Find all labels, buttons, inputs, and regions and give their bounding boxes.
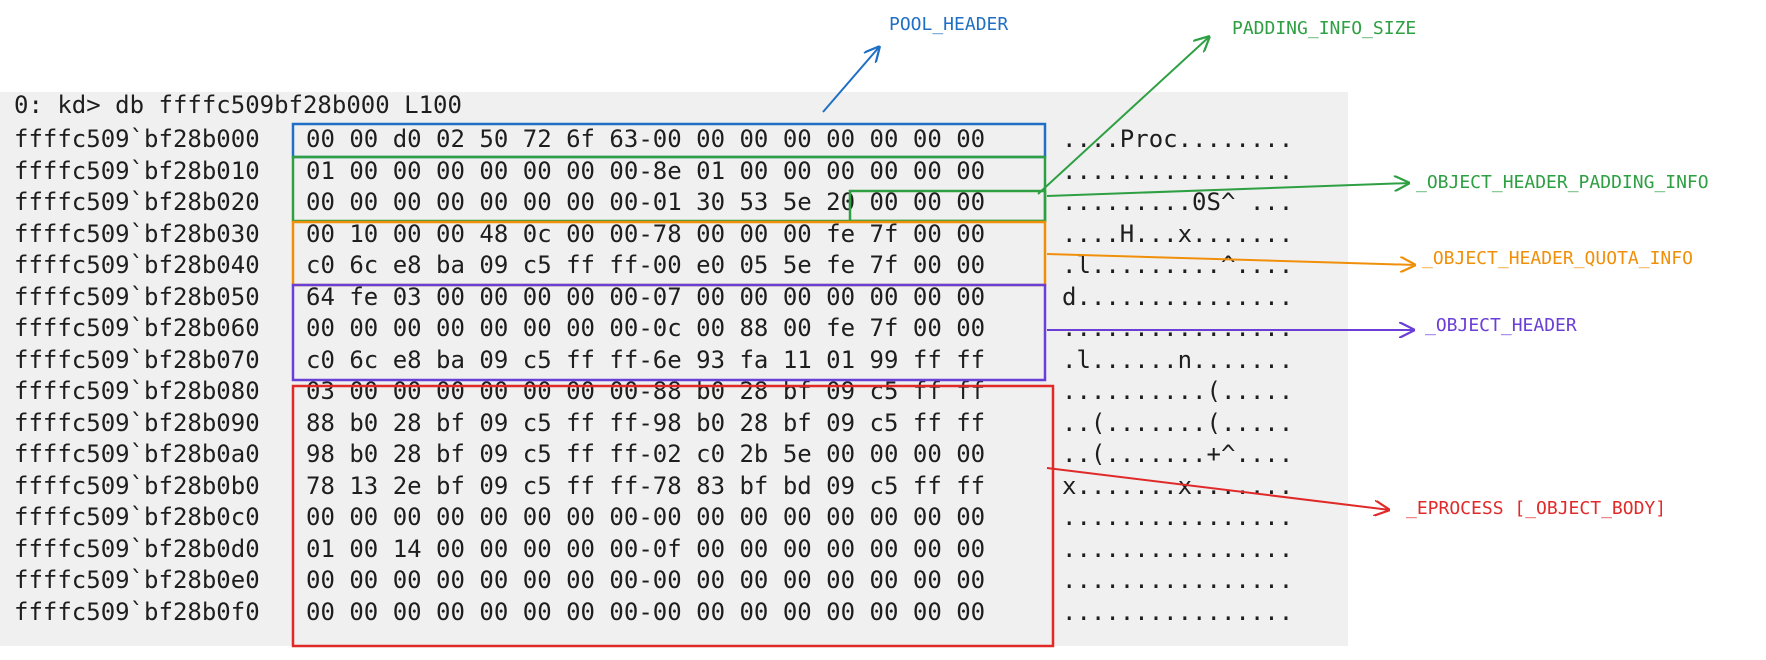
row-hex-bytes: c0 6c e8 ba 09 c5 ff ff-00 e0 05 5e fe 7… bbox=[306, 251, 986, 279]
row-hex-bytes: c0 6c e8 ba 09 c5 ff ff-6e 93 fa 11 01 9… bbox=[306, 346, 986, 374]
row-hex-bytes: 98 b0 28 bf 09 c5 ff ff-02 c0 2b 5e 00 0… bbox=[306, 440, 986, 468]
row-ascii: ....H...x....... bbox=[1062, 220, 1294, 248]
object-header-quota-info-label: _OBJECT_HEADER_QUOTA_INFO bbox=[1422, 248, 1693, 269]
row-hex-bytes: 00 00 00 00 00 00 00 00-00 00 00 00 00 0… bbox=[306, 598, 986, 626]
row-ascii: .l......n....... bbox=[1062, 346, 1294, 374]
row-ascii: ..(.......+^.... bbox=[1062, 440, 1294, 468]
padding-info-size-label: PADDING_INFO_SIZE bbox=[1232, 18, 1416, 39]
row-address: ffffc509`bf28b0b0 bbox=[14, 472, 260, 500]
row-ascii: ..........(..... bbox=[1062, 377, 1294, 405]
row-address: ffffc509`bf28b020 bbox=[14, 188, 260, 216]
row-address: ffffc509`bf28b080 bbox=[14, 377, 260, 405]
row-ascii: ................ bbox=[1062, 535, 1294, 563]
row-address: ffffc509`bf28b050 bbox=[14, 283, 260, 311]
row-address: ffffc509`bf28b0c0 bbox=[14, 503, 260, 531]
row-address: ffffc509`bf28b040 bbox=[14, 251, 260, 279]
row-hex-bytes: 88 b0 28 bf 09 c5 ff ff-98 b0 28 bf 09 c… bbox=[306, 409, 986, 437]
row-address: ffffc509`bf28b0f0 bbox=[14, 598, 260, 626]
row-ascii: .l.........^.... bbox=[1062, 251, 1294, 279]
row-address: ffffc509`bf28b0a0 bbox=[14, 440, 260, 468]
row-hex-bytes: 78 13 2e bf 09 c5 ff ff-78 83 bf bd 09 c… bbox=[306, 472, 986, 500]
object-header-padding-info-label: _OBJECT_HEADER_PADDING_INFO bbox=[1416, 172, 1709, 193]
row-ascii: ................ bbox=[1062, 598, 1294, 626]
row-address: ffffc509`bf28b0e0 bbox=[14, 566, 260, 594]
row-hex-bytes: 00 00 00 00 00 00 00 00-00 00 00 00 00 0… bbox=[306, 566, 986, 594]
row-hex-bytes: 00 00 d0 02 50 72 6f 63-00 00 00 00 00 0… bbox=[306, 125, 986, 153]
pool-header-label: POOL_HEADER bbox=[889, 14, 1008, 35]
row-ascii: ..(.......(..... bbox=[1062, 409, 1294, 437]
row-address: ffffc509`bf28b070 bbox=[14, 346, 260, 374]
object-header-label: _OBJECT_HEADER bbox=[1425, 315, 1577, 336]
row-ascii: ................ bbox=[1062, 314, 1294, 342]
row-hex-bytes: 01 00 00 00 00 00 00 00-8e 01 00 00 00 0… bbox=[306, 157, 986, 185]
row-hex-bytes: 00 00 00 00 00 00 00 00-01 30 53 5e 20 0… bbox=[306, 188, 986, 216]
row-hex-bytes: 03 00 00 00 00 00 00 00-88 b0 28 bf 09 c… bbox=[306, 377, 986, 405]
row-address: ffffc509`bf28b0d0 bbox=[14, 535, 260, 563]
row-ascii: ....Proc........ bbox=[1062, 125, 1294, 153]
row-hex-bytes: 00 00 00 00 00 00 00 00-0c 00 88 00 fe 7… bbox=[306, 314, 986, 342]
row-address: ffffc509`bf28b010 bbox=[14, 157, 260, 185]
eprocess-label: _EPROCESS [_OBJECT_BODY] bbox=[1406, 498, 1666, 519]
row-address: ffffc509`bf28b030 bbox=[14, 220, 260, 248]
row-ascii: d............... bbox=[1062, 283, 1294, 311]
row-ascii: x.......x....... bbox=[1062, 472, 1294, 500]
row-hex-bytes: 01 00 14 00 00 00 00 00-0f 00 00 00 00 0… bbox=[306, 535, 986, 563]
row-address: ffffc509`bf28b090 bbox=[14, 409, 260, 437]
row-ascii: .........0S^ ... bbox=[1062, 188, 1294, 216]
row-address: ffffc509`bf28b000 bbox=[14, 125, 260, 153]
row-ascii: ................ bbox=[1062, 157, 1294, 185]
row-hex-bytes: 64 fe 03 00 00 00 00 00-07 00 00 00 00 0… bbox=[306, 283, 986, 311]
debugger-command: 0: kd> db ffffc509bf28b000 L100 bbox=[14, 91, 462, 119]
row-hex-bytes: 00 10 00 00 48 0c 00 00-78 00 00 00 fe 7… bbox=[306, 220, 986, 248]
row-address: ffffc509`bf28b060 bbox=[14, 314, 260, 342]
row-ascii: ................ bbox=[1062, 566, 1294, 594]
row-ascii: ................ bbox=[1062, 503, 1294, 531]
row-hex-bytes: 00 00 00 00 00 00 00 00-00 00 00 00 00 0… bbox=[306, 503, 986, 531]
